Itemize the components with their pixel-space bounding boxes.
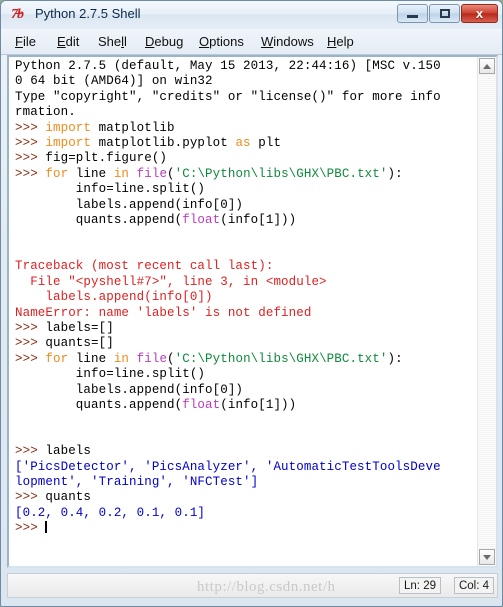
minimize-button[interactable] bbox=[397, 4, 428, 23]
column-indicator: Col: 4 bbox=[453, 577, 494, 594]
menu-item-options[interactable]: Options bbox=[195, 33, 248, 50]
menu-item-help[interactable]: Help bbox=[323, 33, 358, 50]
console-output[interactable]: Python 2.7.5 (default, May 15 2013, 22:4… bbox=[9, 57, 477, 566]
console-text: Python 2.7.5 (default, May 15 2013, 22:4… bbox=[15, 59, 441, 536]
python-shell-window: 7̶̶b Python 2.7.5 Shell x File Edit Shell D… bbox=[0, 0, 503, 607]
menu-item-file[interactable]: File bbox=[11, 33, 40, 50]
shell-text-area[interactable]: Python 2.7.5 (default, May 15 2013, 22:4… bbox=[7, 55, 498, 568]
vertical-scrollbar[interactable] bbox=[477, 57, 496, 566]
minimize-icon bbox=[407, 15, 418, 18]
maximize-icon bbox=[439, 9, 450, 18]
close-button[interactable]: x bbox=[461, 4, 498, 23]
menu-bar: File Edit Shell Debug Options Windows Help bbox=[1, 29, 502, 55]
maximize-button[interactable] bbox=[429, 4, 460, 23]
text-cursor bbox=[45, 521, 48, 534]
scroll-up-button[interactable] bbox=[479, 58, 495, 74]
menu-item-edit[interactable]: Edit bbox=[53, 33, 83, 50]
status-bar: Ln: 29 Col: 4 bbox=[7, 573, 498, 598]
arrow-up-icon bbox=[483, 63, 491, 69]
menu-item-shell[interactable]: Shell bbox=[94, 33, 131, 50]
arrow-down-icon bbox=[483, 554, 491, 560]
close-icon: x bbox=[475, 6, 484, 21]
python-logo-icon: 7̶̶b bbox=[11, 7, 24, 22]
menu-item-windows[interactable]: Windows bbox=[257, 33, 318, 50]
scroll-down-button[interactable] bbox=[479, 549, 495, 565]
title-bar: 7̶̶b Python 2.7.5 Shell x bbox=[1, 1, 502, 30]
menu-item-debug[interactable]: Debug bbox=[141, 33, 187, 50]
line-indicator: Ln: 29 bbox=[399, 577, 441, 594]
window-title: Python 2.7.5 Shell bbox=[35, 6, 141, 21]
